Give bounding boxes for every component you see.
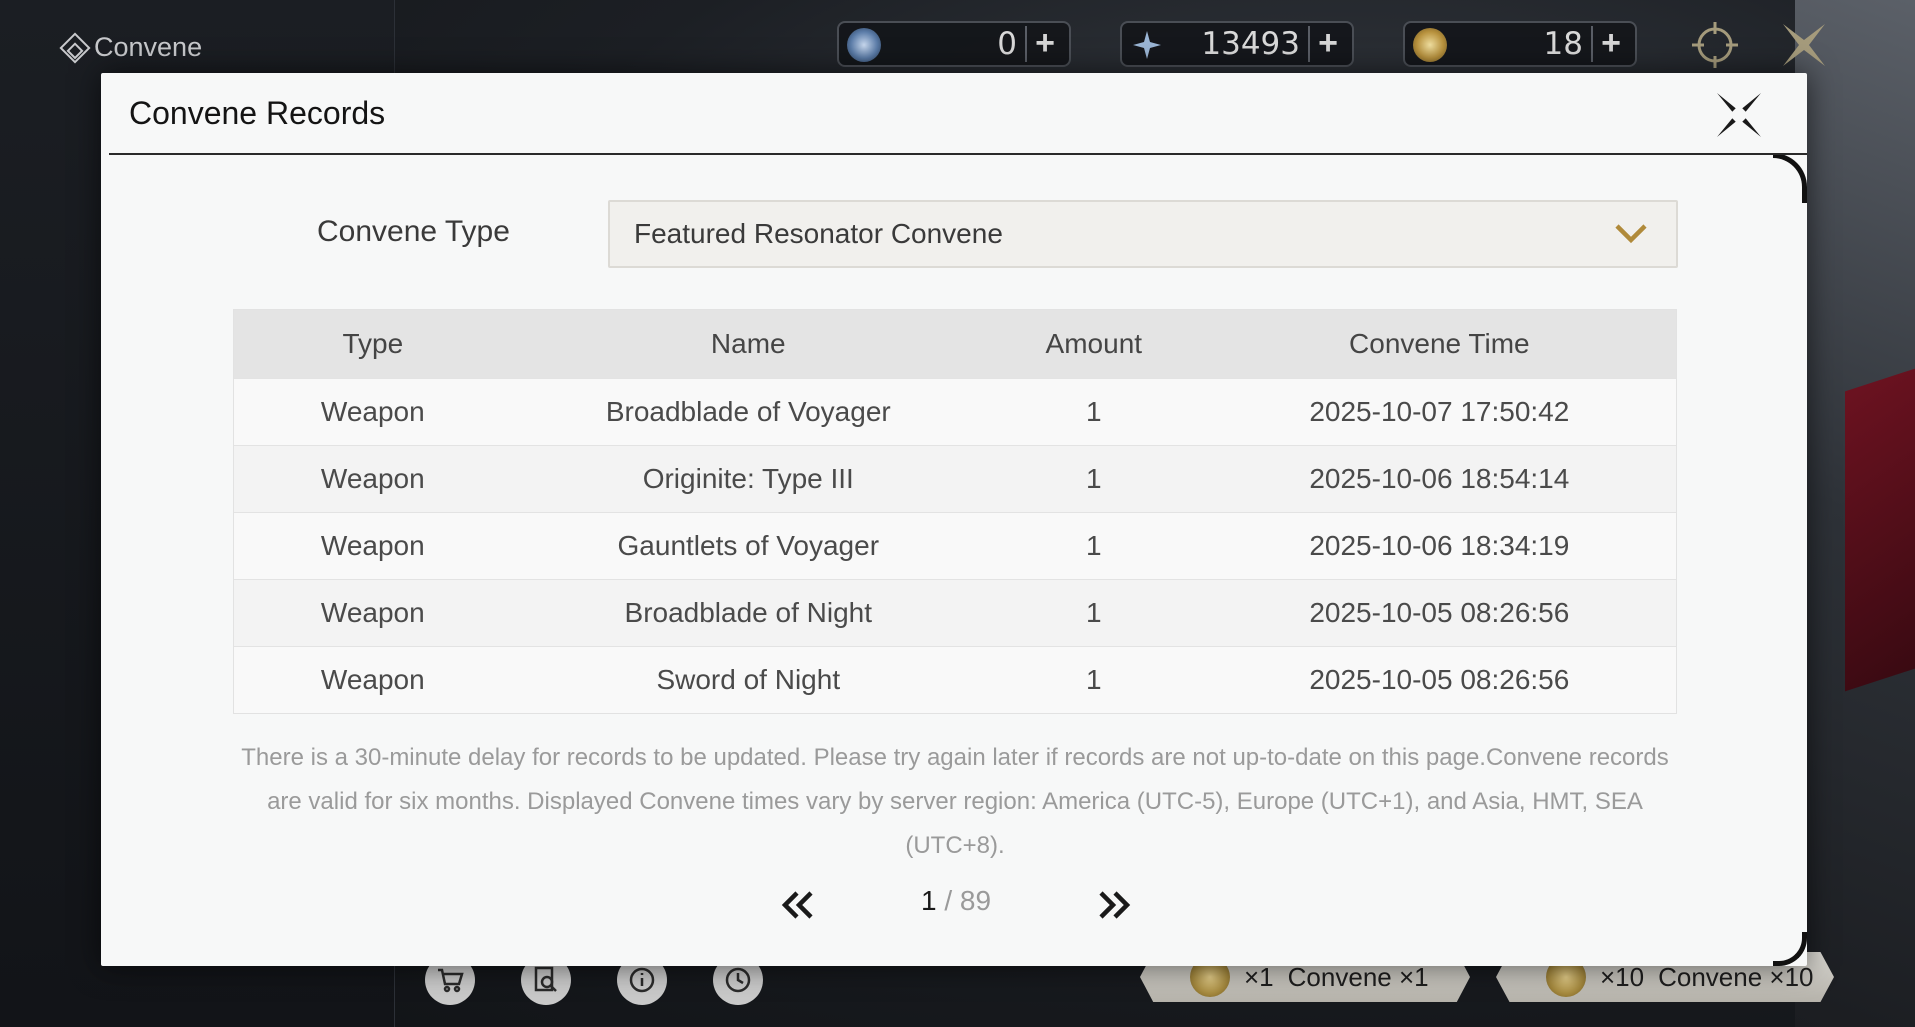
column-header-amount: Amount (1045, 328, 1143, 359)
convene-x10-count: ×10 (1600, 961, 1645, 992)
cell-name: Originite: Type III (642, 463, 854, 494)
cell-convene-time: 2025-10-05 08:26:56 (1309, 597, 1570, 628)
currency-astrite: 0 + (837, 21, 1071, 67)
table-row: Weapon Broadblade of Night 1 2025-10-05 … (234, 579, 1676, 646)
cell-type: Weapon (320, 664, 425, 695)
cell-name: Broadblade of Voyager (605, 396, 891, 427)
current-page: 1 (920, 885, 937, 916)
cell-type: Weapon (320, 597, 425, 628)
table-header: Type Name Amount Convene Time (234, 310, 1676, 378)
cell-convene-time: 2025-10-05 08:26:56 (1309, 664, 1570, 695)
cell-type: Weapon (320, 463, 425, 494)
radiant-tide-icon (1413, 28, 1447, 62)
cell-name: Sword of Night (656, 664, 841, 695)
app-title: Convene (59, 31, 203, 64)
convene-x1-label: Convene ×1 (1287, 961, 1429, 992)
cell-convene-time: 2025-10-07 17:50:42 (1309, 396, 1570, 427)
modal-title: Convene Records (129, 95, 386, 131)
currency-value: 18 (1543, 26, 1583, 62)
cell-amount: 1 (1086, 396, 1102, 427)
table-row: Weapon Gauntlets of Voyager 1 2025-10-06… (234, 512, 1676, 579)
cell-amount: 1 (1086, 597, 1102, 628)
currency-value: 0 (997, 26, 1017, 62)
convene-x1-count: ×1 (1244, 961, 1274, 992)
convene-x10-label: Convene ×10 (1658, 961, 1814, 992)
next-page-button[interactable] (1093, 885, 1133, 925)
currency-value: 13493 (1201, 26, 1300, 62)
column-header-convene-time: Convene Time (1349, 328, 1530, 359)
convene-type-value: Featured Resonator Convene (634, 218, 1003, 249)
target-icon[interactable] (1688, 18, 1742, 72)
add-astrite-button[interactable]: + (1025, 26, 1063, 62)
convene-type-label: Convene Type (317, 215, 510, 248)
modal-header: Convene Records (109, 73, 1807, 155)
cell-type: Weapon (320, 530, 425, 561)
add-lunite-button[interactable]: + (1308, 26, 1346, 62)
table-row: Weapon Originite: Type III 1 2025-10-06 … (234, 445, 1676, 512)
background-ribbon (1845, 368, 1915, 692)
convene-records-modal: Convene Records Convene Type Featured Re… (101, 73, 1807, 966)
cell-name: Broadblade of Night (624, 597, 873, 628)
astrite-icon (847, 28, 881, 62)
double-chevron-right-icon (1099, 891, 1131, 919)
modal-corner-decoration (1773, 932, 1807, 966)
convene-type-select[interactable]: Featured Resonator Convene (608, 200, 1678, 268)
double-chevron-left-icon (781, 891, 813, 919)
chevron-down-icon (1615, 224, 1647, 244)
cell-amount: 1 (1086, 664, 1102, 695)
table-row: Weapon Broadblade of Voyager 1 2025-10-0… (234, 378, 1676, 445)
lunite-icon (1130, 28, 1164, 62)
cell-convene-time: 2025-10-06 18:34:19 (1309, 530, 1570, 561)
currency-radiant-tide: 18 + (1403, 21, 1637, 67)
total-pages: 89 (959, 885, 992, 916)
cell-type: Weapon (320, 396, 425, 427)
table-row: Weapon Sword of Night 1 2025-10-05 08:26… (234, 646, 1676, 713)
cell-convene-time: 2025-10-06 18:54:14 (1309, 463, 1570, 494)
add-radiant-tide-button[interactable]: + (1591, 26, 1629, 62)
currency-lunite: 13493 + (1120, 21, 1354, 67)
app-title-text: Convene (94, 32, 203, 62)
records-table: Type Name Amount Convene Time Weapon Bro… (233, 309, 1677, 714)
page-separator: / (944, 885, 953, 916)
close-icon (1717, 93, 1761, 137)
exit-icon[interactable] (1777, 18, 1831, 72)
column-header-type: Type (342, 328, 404, 359)
column-header-name: Name (710, 328, 786, 359)
convene-logo-icon (59, 31, 91, 64)
pagination: 1 / 89 (101, 881, 1807, 929)
close-button[interactable] (1711, 87, 1767, 143)
cell-name: Gauntlets of Voyager (617, 530, 880, 561)
cell-amount: 1 (1086, 530, 1102, 561)
modal-corner-decoration (1773, 153, 1807, 203)
page-indicator: 1 / 89 (881, 885, 1031, 917)
records-notice: There is a 30-minute delay for records t… (241, 744, 1669, 859)
previous-page-button[interactable] (779, 885, 819, 925)
cell-amount: 1 (1086, 463, 1102, 494)
